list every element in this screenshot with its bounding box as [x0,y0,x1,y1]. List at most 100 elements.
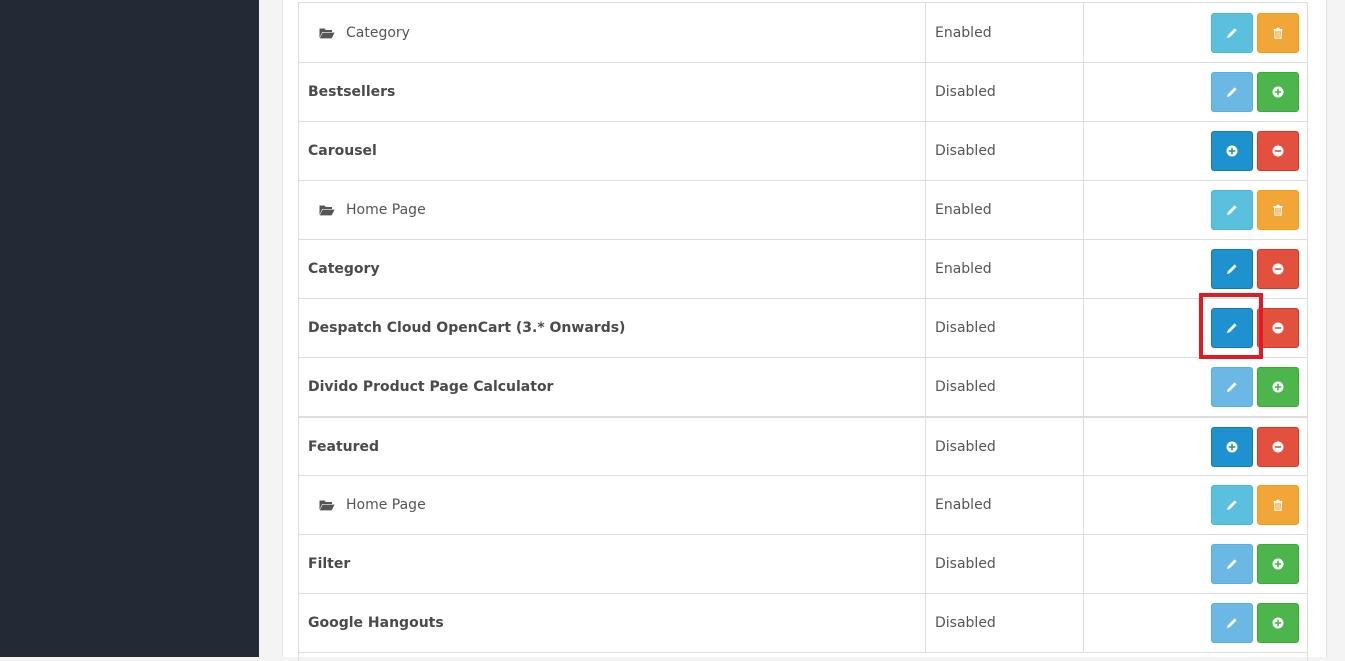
uninstall-button[interactable] [1257,426,1299,467]
extension-name-cell: Google Hangouts [299,594,926,652]
table-row: Google Hangouts Disabled [298,593,1308,652]
extension-name: Category [308,261,380,277]
table-row: Home Page Enabled [298,475,1308,534]
action-cell [1084,594,1307,652]
extension-name-cell: Home Page [299,181,926,239]
status-cell: Disabled [926,358,1084,416]
status-text: Disabled [935,615,996,631]
install-button[interactable] [1257,72,1299,112]
status-cell: Disabled [926,535,1084,593]
action-cell [1084,476,1307,534]
uninstall-button[interactable] [1257,308,1299,348]
status-text: Disabled [935,379,996,395]
edit-button[interactable] [1211,308,1253,348]
pencil-icon [1226,263,1238,275]
trash-icon [1272,499,1284,511]
pencil-icon [1226,381,1238,393]
folder-open-icon [319,499,335,511]
extension-name: Carousel [308,143,377,159]
edit-button[interactable] [1211,12,1253,53]
table-row: Home Page Enabled [298,180,1308,239]
action-cell [1084,181,1307,239]
minus-circle-icon [1272,263,1284,275]
extension-name-cell: Category [299,240,926,298]
extension-name-cell: Featured [299,418,926,475]
plus-circle-icon [1272,86,1284,98]
edit-button[interactable] [1211,72,1253,112]
install-button[interactable] [1257,367,1299,407]
edit-button[interactable] [1211,485,1253,525]
pencil-icon [1226,558,1238,570]
table-row: Category Enabled [298,2,1308,62]
edit-button[interactable] [1211,367,1253,407]
add-module-button[interactable] [1211,131,1253,171]
extension-name: Bestsellers [308,84,396,100]
extension-name: Home Page [346,497,426,513]
extension-name-cell: Despatch Cloud OpenCart (3.* Onwards) [299,299,926,357]
table-row: Bestsellers Disabled [298,62,1308,121]
pencil-icon [1226,204,1238,216]
action-cell [1084,240,1307,298]
extension-name: Filter [308,556,351,572]
folder-open-icon [319,27,335,39]
status-cell: Enabled [926,3,1084,62]
trash-icon [1272,27,1284,39]
plus-circle-icon [1226,441,1238,453]
table-row: Featured Disabled [298,416,1308,475]
install-button[interactable] [1257,603,1299,643]
status-text: Disabled [935,320,996,336]
delete-button[interactable] [1257,190,1299,230]
table-row: Filter Disabled [298,534,1308,593]
action-cell [1084,418,1307,475]
plus-circle-icon [1226,145,1238,157]
table-row: Divido Product Page Calculator Disabled [298,357,1308,416]
extension-name: Category [346,24,410,41]
status-text: Disabled [935,143,996,159]
extension-name: Featured [308,438,380,455]
folder-open-icon [319,204,335,216]
extensions-table: Category Enabled Bestsellers Disabled Ca… [298,0,1308,661]
plus-circle-icon [1272,558,1284,570]
delete-button[interactable] [1257,485,1299,525]
edit-button[interactable] [1211,544,1253,584]
extension-name-cell: Carousel [299,122,926,180]
extension-name: Divido Product Page Calculator [308,379,554,395]
action-cell [1084,3,1307,62]
plus-circle-icon [1272,381,1284,393]
minus-circle-icon [1272,145,1284,157]
uninstall-button[interactable] [1257,249,1299,289]
plus-circle-icon [1272,617,1284,629]
install-button[interactable] [1257,544,1299,584]
add-module-button[interactable] [1211,426,1253,467]
extension-name: Home Page [346,202,426,218]
edit-button[interactable] [1211,249,1253,289]
minus-circle-icon [1272,322,1284,334]
status-cell: Enabled [926,240,1084,298]
pencil-icon [1226,322,1238,334]
status-cell: Disabled [926,63,1084,121]
sidebar [0,0,259,657]
action-cell [1084,358,1307,416]
extension-name-cell: Filter [299,535,926,593]
pencil-icon [1226,86,1238,98]
status-text: Enabled [935,202,992,218]
pencil-icon [1226,617,1238,629]
status-text: Disabled [935,556,996,572]
extension-name-cell: Divido Product Page Calculator [299,358,926,416]
edit-button[interactable] [1211,603,1253,643]
status-cell: Disabled [926,299,1084,357]
status-cell: Disabled [926,418,1084,475]
extension-name: Google Hangouts [308,615,444,631]
pencil-icon [1226,27,1238,39]
status-cell: Enabled [926,181,1084,239]
pencil-icon [1226,499,1238,511]
status-text: Enabled [935,497,992,513]
extension-name-cell: Category [299,3,926,62]
status-text: Enabled [935,261,992,277]
status-cell: Enabled [926,476,1084,534]
uninstall-button[interactable] [1257,131,1299,171]
trash-icon [1272,204,1284,216]
table-row: Category Enabled [298,239,1308,298]
delete-button[interactable] [1257,12,1299,53]
edit-button[interactable] [1211,190,1253,230]
